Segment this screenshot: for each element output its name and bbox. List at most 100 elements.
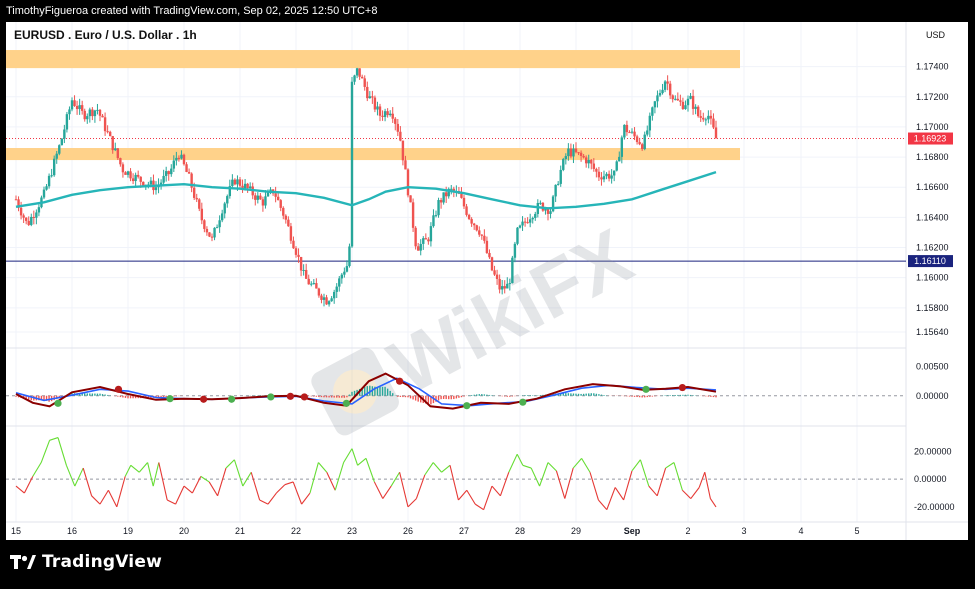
candle-body [559,169,562,184]
candle-body [231,179,234,187]
candle-body [226,196,229,204]
candle-body [302,269,305,271]
oscillator-line-segment [138,462,149,473]
oscillator-line-segment [107,490,118,508]
candle-body [444,192,448,197]
chart-area[interactable]: WikiFX 1.17400 1.17200 1.17000 1.16800 1.166… [6,22,968,540]
macd-cross-dot [519,398,527,406]
oscillator-line-segment [547,462,557,472]
candle-body [465,206,468,215]
candle-body [30,216,33,225]
oscillator-line-segment [343,448,353,463]
candle-body [256,195,260,200]
macd-cross-dot [54,399,62,407]
candle-body [643,134,646,150]
oscillator-line-segment [709,498,717,508]
candle-body [699,116,702,118]
oscillator-line-segment [284,481,294,486]
oscillator-line-segment [508,453,518,473]
candle-body [419,243,422,251]
time-tick-label: 23 [347,526,357,536]
candle-body [14,199,18,201]
candle-body [404,160,407,170]
oscillator-tick-label: 20.00000 [914,446,952,456]
oscillator-line-segment [656,467,667,496]
candle-body [618,156,621,162]
oscillator-line-segment [49,437,59,441]
candle-body [363,78,366,87]
candle-body [332,291,336,299]
oscillator-line-segment [292,481,303,505]
time-tick-label: 21 [235,526,245,536]
candle-body [210,236,214,238]
tradingview-logo[interactable]: TradingView [10,552,162,572]
candle-body [709,115,713,119]
oscillator-line-segment [639,459,650,487]
candle-body [294,248,298,255]
macd-cross-dot [286,392,294,400]
oscillator-line-segment [555,470,566,499]
candle-body [246,183,249,189]
candle-body [584,157,588,164]
candle-body [368,96,372,99]
candle-body [534,213,537,218]
candle-body [523,221,527,223]
time-tick-label: 19 [123,526,133,536]
candle-body [106,131,109,133]
oscillator-line-segment [522,464,532,469]
candle-body [172,160,176,169]
candle-body [371,96,374,98]
candle-body [490,257,494,271]
candle-body [493,270,496,275]
candle-body [192,187,196,198]
candle-body [668,83,672,96]
candle-body [381,115,384,117]
candle-body [358,68,361,77]
candle-body [409,195,412,203]
macd-tick-label: 0.00000 [916,391,949,401]
candle-body [546,208,550,214]
candle-body [86,116,89,120]
candle-body [383,111,387,117]
candle-body [661,89,664,94]
candle-body [259,195,262,200]
zone-layer [6,50,906,262]
time-tick-label: 3 [741,526,746,536]
oscillator-line-segment [74,467,84,487]
oscillator-line-segment [432,462,443,473]
candle-body [63,129,66,139]
candle-body [625,124,629,133]
tradingview-chart[interactable]: WikiFX 1.174001.172001.170001.168001.166… [6,22,968,540]
candle-body [587,159,590,164]
candle-body [175,157,178,161]
candle-body [526,222,529,224]
candle-body [366,86,369,99]
macd-cross-dot [300,393,308,401]
oscillator-line-segment [424,462,434,476]
candle-body [442,192,445,203]
oscillator-line-segment [631,459,641,472]
oscillator-line-segment [317,462,328,473]
candle-body [579,152,583,156]
candle-body [32,216,36,218]
candle-body [630,131,634,133]
candle-body [495,274,499,279]
candle-body [511,257,514,284]
oscillator-line-segment [152,462,160,487]
candle-body [149,180,153,185]
candle-body [47,175,51,187]
candle-body [714,127,718,139]
oscillator-line-segment [589,472,599,501]
time-tick-label: 27 [459,526,469,536]
price-tick-label: 1.15800 [916,303,949,313]
candle-body [35,212,38,218]
candle-body [674,98,677,100]
price-tick-label: 1.16600 [916,182,949,192]
candle-body [108,131,112,137]
oscillator-line-segment [530,467,541,487]
candle-body [671,95,674,100]
oscillator-line-segment [301,492,311,505]
candle-body [416,246,420,251]
oscillator-line-segment [91,495,101,505]
candle-body [205,228,209,233]
